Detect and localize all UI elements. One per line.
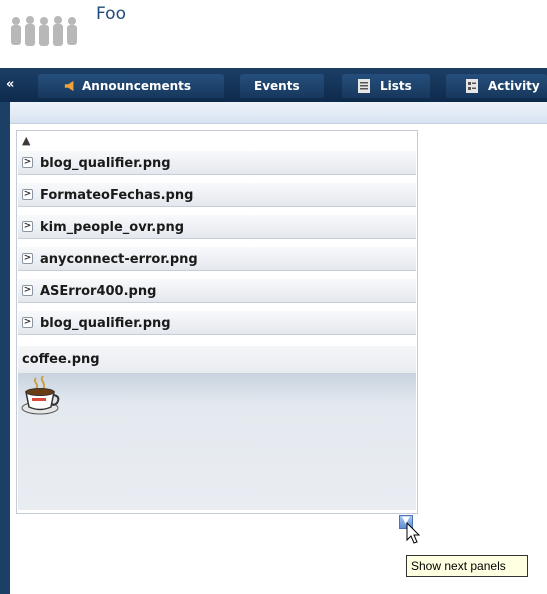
accordion-item-open[interactable]: coffee.png [18, 346, 416, 374]
tab-activity[interactable]: Activity [446, 74, 547, 98]
expand-icon[interactable]: > [22, 317, 33, 328]
left-edge-bar [0, 102, 10, 594]
accordion-item[interactable]: > FormateoFechas.png [18, 182, 416, 207]
expand-icon[interactable]: > [22, 253, 33, 264]
activity-icon [466, 79, 478, 93]
list-icon [358, 79, 370, 93]
tab-label: Events [254, 79, 300, 93]
collapse-up-icon[interactable]: ▲ [22, 134, 30, 147]
app-header: Foo [0, 0, 547, 62]
accordion-item-label: coffee.png [22, 352, 100, 367]
tab-events[interactable]: Events [240, 74, 324, 98]
expand-icon[interactable]: > [22, 285, 33, 296]
accordion-item[interactable]: > kim_people_ovr.png [18, 214, 416, 239]
tab-announcements[interactable]: Announcements [38, 74, 224, 98]
mouse-cursor-icon [406, 522, 421, 544]
tab-label: Announcements [82, 79, 192, 93]
accordion-item-label: blog_qualifier.png [40, 316, 171, 331]
app-title: Foo [96, 4, 126, 24]
accordion-item[interactable]: > anyconnect-error.png [18, 246, 416, 271]
coffee-cup-icon [21, 376, 60, 415]
expand-icon[interactable]: > [22, 189, 33, 200]
accordion-item-label: blog_qualifier.png [40, 156, 171, 171]
people-silhouettes-icon [11, 16, 77, 46]
tooltip: Show next panels [406, 555, 528, 577]
expand-icon[interactable]: > [22, 157, 33, 168]
collapse-tabs-icon[interactable]: « [6, 75, 22, 95]
accordion-item[interactable]: > blog_qualifier.png [18, 150, 416, 175]
accordion-item-label: anyconnect-error.png [40, 252, 198, 267]
accordion-item[interactable]: > blog_qualifier.png [18, 310, 416, 335]
toolbar-strip [10, 102, 547, 124]
expand-icon[interactable]: > [22, 221, 33, 232]
megaphone-icon [64, 80, 74, 92]
accordion-item[interactable]: > ASError400.png [18, 278, 416, 303]
tab-label: Activity [488, 79, 540, 93]
accordion-item-label: ASError400.png [40, 284, 157, 299]
accordion-item-label: kim_people_ovr.png [40, 220, 185, 235]
accordion-item-body [18, 374, 416, 510]
accordion-item-label: FormateoFechas.png [40, 188, 194, 203]
tab-label: Lists [380, 79, 412, 93]
tab-lists[interactable]: Lists [342, 74, 430, 98]
